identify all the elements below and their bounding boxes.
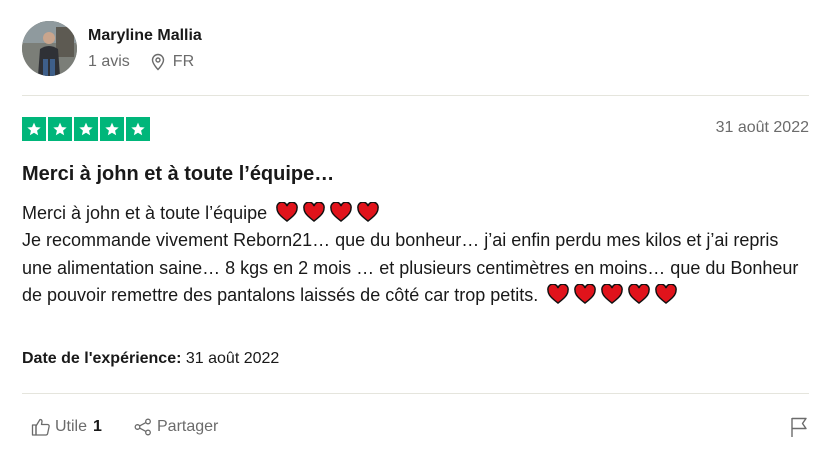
share-label: Partager — [157, 418, 219, 435]
review-date: 31 août 2022 — [715, 119, 809, 136]
location-pin-icon — [149, 53, 167, 71]
heart-icon — [357, 202, 379, 222]
heart-emoji-group — [547, 283, 682, 304]
star-icon — [100, 117, 124, 141]
experience-date-label: Date de l'expérience: — [22, 350, 182, 367]
star-icon — [74, 117, 98, 141]
star-icon — [126, 117, 150, 141]
thumbs-up-icon — [31, 417, 51, 437]
heart-icon — [628, 283, 651, 304]
reviewer-name[interactable]: Maryline Mallia — [88, 25, 202, 47]
review-body: Merci à john et à toute l’équipe Je reco… — [22, 200, 812, 309]
heart-icon — [601, 283, 624, 304]
heart-icon — [574, 283, 597, 304]
flag-icon[interactable] — [789, 416, 809, 438]
heart-icon — [655, 283, 678, 304]
reviews-count: 1 avis — [88, 53, 130, 70]
share-icon — [133, 417, 153, 437]
divider — [22, 95, 809, 96]
experience-date-value: 31 août 2022 — [185, 350, 280, 367]
heart-icon — [303, 202, 325, 222]
star-icon — [22, 117, 46, 141]
review-text-line1: Merci à john et à toute l’équipe — [22, 203, 268, 223]
heart-icon — [547, 283, 570, 304]
experience-date: Date de l'expérience: 31 août 2022 — [22, 350, 279, 368]
heart-icon — [276, 202, 298, 222]
heart-icon — [330, 202, 352, 222]
avatar[interactable] — [22, 20, 77, 76]
reviewer-header: Maryline Mallia 1 avis FR — [22, 19, 202, 77]
heart-emoji-group — [276, 202, 384, 222]
reviewer-country: FR — [172, 53, 195, 70]
reviewer-meta: 1 avis FR — [88, 53, 202, 71]
useful-button[interactable]: Utile 1 — [31, 417, 102, 437]
review-title[interactable]: Merci à john et à toute l’équipe… — [22, 163, 334, 186]
useful-count: 1 — [93, 418, 102, 435]
reviewer-info: Maryline Mallia 1 avis FR — [88, 25, 202, 71]
useful-label: Utile — [55, 418, 88, 435]
star-rating — [22, 117, 150, 141]
star-icon — [48, 117, 72, 141]
review-actions: Utile 1 Partager — [0, 407, 831, 447]
divider — [22, 393, 809, 394]
share-button[interactable]: Partager — [133, 417, 218, 437]
